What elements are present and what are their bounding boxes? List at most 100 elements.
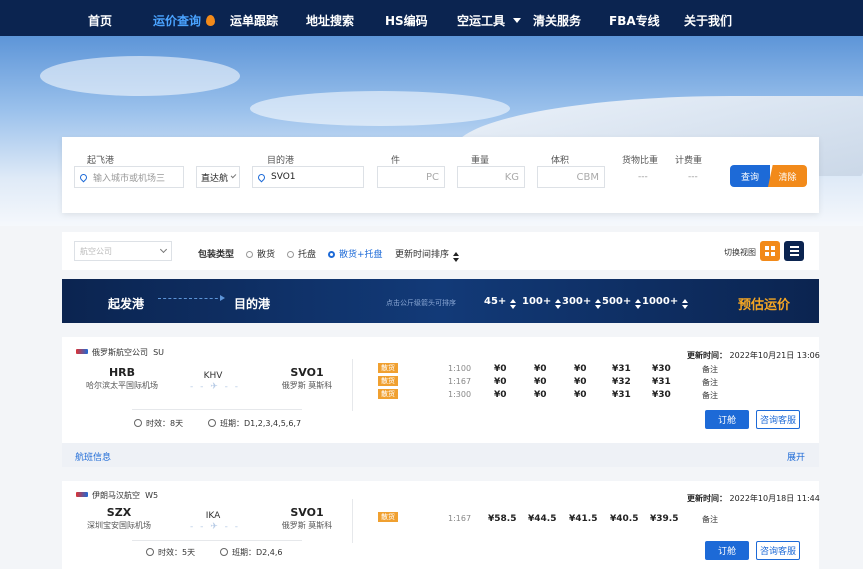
airline-select-placeholder: 航空公司 [80, 246, 112, 256]
airline-name-text: 伊朗马汉航空 [92, 491, 140, 500]
nav-rate-query-label: 运价查询 [153, 14, 202, 28]
remark-link[interactable]: 备注 [702, 390, 718, 401]
price-100: ¥0 [534, 377, 547, 387]
price-45: ¥0 [494, 390, 507, 400]
price-100: ¥0 [534, 364, 547, 374]
airline-name: 伊朗马汉航空 W5 [76, 490, 158, 501]
weight-break-label: 300+ [562, 296, 592, 307]
query-button[interactable]: 查询 [730, 165, 770, 187]
origin-input[interactable]: 输入城市或机场三 [74, 166, 184, 188]
pieces-unit: PC [425, 171, 439, 183]
weight-break-label: 500+ [602, 296, 632, 307]
list-view-button[interactable] [784, 241, 804, 261]
density-ratio: 1:300 [448, 390, 472, 399]
location-pin-icon [256, 172, 267, 182]
nav-fba[interactable]: FBA专线 [609, 12, 660, 29]
nav-customs[interactable]: 清关服务 [533, 12, 581, 29]
radio-selected-icon [328, 251, 335, 258]
density-ratio: 1:167 [448, 514, 472, 523]
price-500: ¥31 [612, 390, 631, 400]
sort-update-time[interactable]: 更新时间排序 [395, 247, 460, 262]
weight-break-300[interactable]: 300+ [562, 296, 602, 309]
origin-label: 起飞港 [87, 156, 115, 166]
price-45: ¥0 [494, 377, 507, 387]
transit-code: IKA [205, 511, 221, 521]
clear-button[interactable]: 清除 [768, 165, 807, 187]
dest-name: 俄罗斯 莫斯科 [281, 381, 333, 390]
search-panel: 起飞港 输入城市或机场三 直达航 目的港 SVO1 件 PC 重量 KG 体积 … [62, 137, 819, 213]
airline-logo [76, 492, 88, 497]
nav-hs-code[interactable]: HS编码 [385, 12, 428, 29]
nav-rate-query[interactable]: 运价查询 [153, 12, 216, 29]
nav-air-tools[interactable]: 空运工具 [457, 12, 522, 29]
remark-link[interactable]: 备注 [702, 364, 718, 375]
radio-bulk-pallet[interactable]: 散货+托盘 [328, 247, 383, 260]
update-time-label: 更新时间： [687, 351, 727, 360]
dest-code: SVO1 [290, 506, 324, 519]
package-tag: 散货 [378, 389, 398, 399]
price-100: ¥44.5 [528, 514, 557, 524]
weight-break-45[interactable]: 45+ [484, 296, 517, 309]
nav-about[interactable]: 关于我们 [684, 12, 732, 29]
header-dest: 目的港 [234, 297, 271, 311]
dest-label: 目的港 [267, 156, 295, 166]
nav-home[interactable]: 首页 [88, 12, 112, 29]
price-1000: ¥30 [652, 364, 671, 374]
airline-select[interactable]: 航空公司 [74, 241, 172, 261]
flight-info-strip: 航班信息 展开 [62, 443, 819, 467]
weight-break-100[interactable]: 100+ [522, 296, 562, 309]
expand-link[interactable]: 展开 [787, 450, 805, 463]
dest-value: SVO1 [271, 172, 296, 182]
grid-view-button[interactable] [760, 241, 780, 261]
chargeable-value: --- [688, 172, 698, 182]
clock-icon [208, 419, 216, 427]
pieces-input[interactable]: PC [377, 166, 445, 188]
ratio-value: --- [638, 172, 648, 182]
top-nav: 首页 运价查询 运单跟踪 地址搜索 HS编码 空运工具 清关服务 FBA专线 关… [0, 0, 863, 36]
remark-link[interactable]: 备注 [702, 377, 718, 388]
chevron-down-icon [230, 172, 237, 179]
nav-tracking[interactable]: 运单跟踪 [230, 12, 278, 29]
price-45: ¥0 [494, 364, 507, 374]
origin-code: HRB [108, 366, 136, 379]
weight-input[interactable]: KG [457, 166, 525, 188]
radio-icon [287, 251, 294, 258]
duration: 时效：8天 [134, 418, 183, 429]
chargeable-label: 计费重 [675, 156, 703, 166]
update-time: 更新时间： 2022年10月21日 13:06 [687, 350, 820, 361]
schedule: 班期：D2,4,6 [220, 547, 283, 558]
radio-bulk[interactable]: 散货 [246, 247, 275, 260]
flight-info-link[interactable]: 航班信息 [75, 450, 111, 463]
customer-service-button[interactable]: 咨询客服 [756, 410, 800, 429]
weight-break-500[interactable]: 500+ [602, 296, 642, 309]
update-time: 更新时间： 2022年10月18日 11:44 [687, 493, 820, 504]
airline-logo [76, 349, 88, 354]
route-mode-select[interactable]: 直达航 [196, 166, 240, 188]
view-switch-label: 切换视图 [724, 248, 756, 257]
location-pin-icon [78, 172, 89, 182]
duration-label: 时效： [158, 548, 182, 557]
schedule: 班期：D1,2,3,4,5,6,7 [208, 418, 301, 429]
nav-address-search[interactable]: 地址搜索 [306, 12, 354, 29]
book-button[interactable]: 订舱 [705, 541, 749, 560]
book-button[interactable]: 订舱 [705, 410, 749, 429]
volume-input[interactable]: CBM [537, 166, 605, 188]
customer-service-button[interactable]: 咨询客服 [756, 541, 800, 560]
schedule-label: 班期： [232, 548, 256, 557]
duration: 时效：5天 [146, 547, 195, 558]
radio-pallet[interactable]: 托盘 [287, 247, 316, 260]
header-origin: 起发港 [108, 297, 145, 311]
dest-input[interactable]: SVO1 [252, 166, 364, 188]
remark-link[interactable]: 备注 [702, 514, 718, 525]
radio-bulk-pallet-label: 散货+托盘 [339, 250, 383, 260]
promo-label: 预估运价 [738, 298, 791, 313]
nav-air-tools-label: 空运工具 [457, 14, 506, 28]
route-arrow-icon [158, 295, 225, 301]
density-ratio: 1:167 [448, 377, 472, 386]
route-mode-value: 直达航 [201, 173, 229, 184]
weight-break-1000[interactable]: 1000+ [642, 296, 689, 309]
origin-name: 哈尔滨太平国际机场 [86, 381, 158, 390]
package-tag: 散货 [378, 512, 398, 522]
price-100: ¥0 [534, 390, 547, 400]
plane-icon: - - ✈ - - [190, 382, 240, 392]
